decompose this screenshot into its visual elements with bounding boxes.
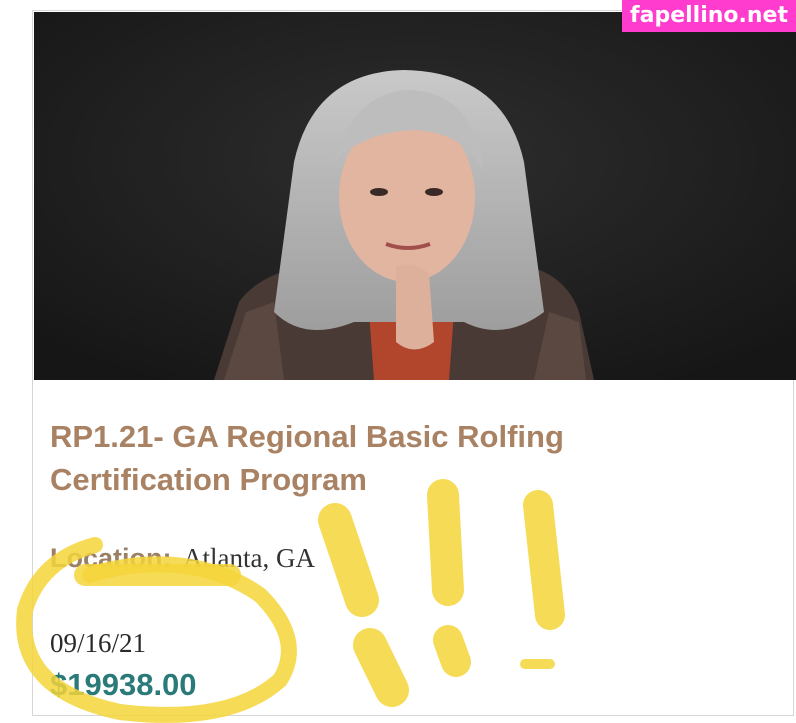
location-label: Location: <box>50 543 172 573</box>
listing-photo[interactable] <box>34 12 796 380</box>
listing-date: 09/16/21 <box>50 628 147 658</box>
listing-title[interactable]: RP1.21- GA Regional Basic Rolfing Certif… <box>50 415 750 501</box>
portrait-image <box>34 12 796 380</box>
location-line: Location: Atlanta, GA <box>50 541 315 575</box>
listing-card[interactable]: RP1.21- GA Regional Basic Rolfing Certif… <box>32 10 796 716</box>
watermark: fapellino.net <box>622 0 796 32</box>
location-value: Atlanta, GA <box>183 543 315 573</box>
listing-price: $19938.00 <box>50 667 197 702</box>
